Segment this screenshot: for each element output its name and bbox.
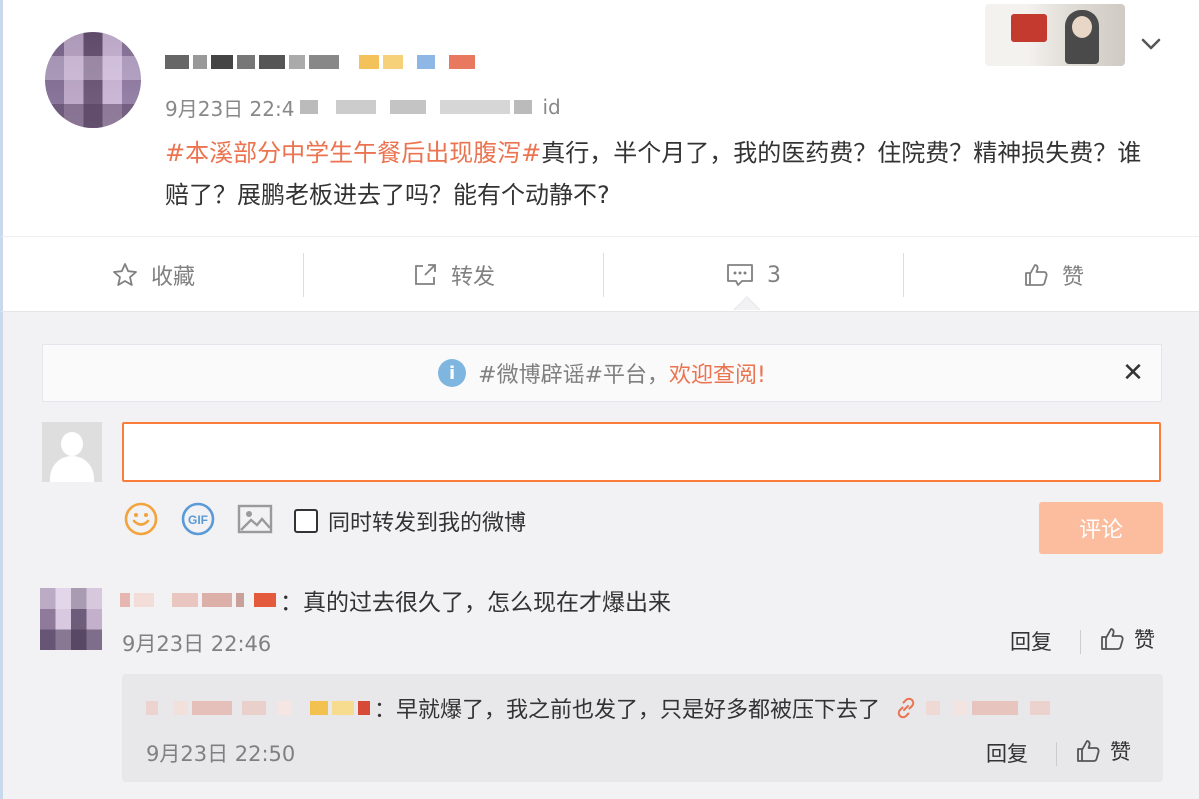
- sub-reply-line: ：早就爆了，我之前也发了，只是好多都被压下去了: [146, 692, 1054, 724]
- chevron-down-icon[interactable]: [1137, 30, 1165, 58]
- current-user-avatar: [42, 422, 102, 482]
- image-icon: [237, 504, 273, 534]
- repost-label: 转发: [450, 265, 495, 290]
- smiley-icon: [124, 502, 158, 536]
- gif-icon: GIF: [181, 502, 215, 536]
- comment-text: ：真的过去很久了，怎么现在才爆出来: [280, 590, 671, 616]
- info-icon: i: [438, 359, 467, 387]
- replier-name-redacted[interactable]: [146, 701, 374, 715]
- emoji-button[interactable]: [122, 500, 160, 538]
- post-meta: 9月23日 22:4 id: [165, 93, 561, 122]
- star-icon: [113, 263, 137, 286]
- notice-link[interactable]: 欢迎查阅!: [669, 357, 766, 389]
- post-source[interactable]: id: [542, 95, 560, 119]
- thumbs-up-icon: [1101, 628, 1124, 650]
- author-avatar[interactable]: [45, 32, 141, 128]
- comment-line: ：真的过去很久了，怎么现在才爆出来: [120, 584, 671, 616]
- reply-button[interactable]: 回复: [1010, 626, 1052, 656]
- post-time[interactable]: 9月23日 22:4: [165, 93, 294, 122]
- sub-reply-text: ：早就爆了，我之前也发了，只是好多都被压下去了: [374, 698, 881, 723]
- share-icon: [415, 264, 436, 285]
- repost-to-my-weibo-checkbox[interactable]: 同时转发到我的微博: [294, 505, 526, 537]
- post-action-bar: 收藏 转发 3 赞: [0, 236, 1199, 312]
- link-icon[interactable]: [894, 696, 918, 720]
- comment-icon: [727, 264, 753, 286]
- gif-button[interactable]: GIF: [179, 500, 217, 538]
- thumbs-up-icon: [1077, 740, 1100, 762]
- repost-option-label: 同时转发到我的微博: [328, 511, 527, 536]
- sub-reply-time: 9月23日 22:50: [146, 742, 296, 766]
- notice-text: #微博辟谣#平台，: [478, 363, 670, 388]
- promo-badge-image[interactable]: [985, 4, 1125, 66]
- comment-count: 3: [767, 262, 781, 288]
- checkbox[interactable]: [294, 509, 318, 533]
- like-button[interactable]: 赞: [903, 237, 1199, 313]
- sub-reply-button[interactable]: 回复: [986, 738, 1028, 768]
- comment-input[interactable]: [122, 422, 1161, 482]
- thumbs-up-icon: [1025, 264, 1048, 286]
- svg-text:GIF: GIF: [188, 513, 208, 527]
- repost-button[interactable]: 转发: [303, 237, 603, 313]
- favorite-button[interactable]: 收藏: [3, 237, 303, 313]
- divider: [1080, 630, 1081, 654]
- comment-like-button[interactable]: 赞: [1098, 624, 1155, 654]
- rumor-notice-banner: i #微博辟谣#平台， 欢迎查阅!: [42, 344, 1162, 402]
- favorite-label: 收藏: [150, 265, 195, 290]
- commenter-name-redacted[interactable]: [120, 593, 280, 607]
- topic-link[interactable]: #本溪部分中学生午餐后出现腹泻#: [165, 139, 541, 167]
- like-label: 赞: [1061, 265, 1084, 290]
- divider: [1056, 742, 1057, 766]
- linked-user-redacted[interactable]: [926, 701, 1054, 715]
- submit-comment-button[interactable]: 评论: [1039, 502, 1163, 554]
- author-name-redacted[interactable]: [165, 46, 479, 78]
- sub-reply-like-label: 赞: [1110, 740, 1131, 764]
- comment-like-label: 赞: [1134, 628, 1155, 652]
- weibo-post: 9月23日 22:4 id #本溪部分中学生午餐后出现腹泻#真行，半个月了，我的…: [0, 0, 1199, 236]
- post-content: #本溪部分中学生午餐后出现腹泻#真行，半个月了，我的医药费？住院费？精神损失费？…: [165, 132, 1165, 216]
- image-button[interactable]: [236, 500, 274, 538]
- sub-reply-like-button[interactable]: 赞: [1074, 736, 1131, 766]
- comment-time: 9月23日 22:46: [122, 632, 272, 656]
- active-tab-pointer-fill: [735, 298, 759, 310]
- commenter-avatar[interactable]: [40, 588, 102, 650]
- close-icon[interactable]: ✕: [1118, 358, 1148, 388]
